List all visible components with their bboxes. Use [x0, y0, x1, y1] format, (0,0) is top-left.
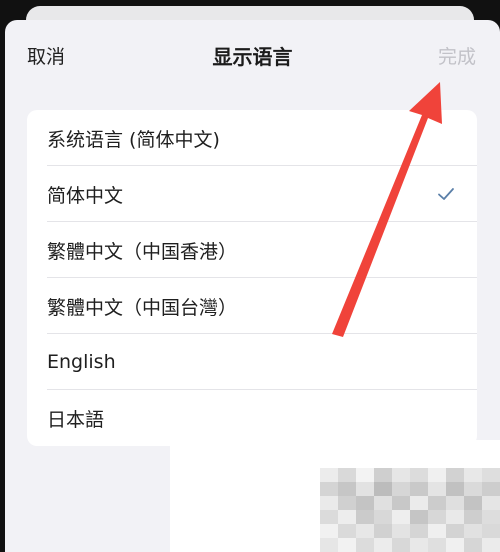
language-option-traditional-hk[interactable]: 繁體中文（中国香港）: [27, 222, 477, 278]
language-option-system[interactable]: 系统语言 (简体中文): [27, 110, 477, 166]
language-label: 系统语言 (简体中文): [47, 128, 220, 151]
navigation-bar: 取消 显示语言 完成: [5, 20, 500, 90]
language-label: 繁體中文（中国台灣）: [47, 296, 238, 319]
language-option-english[interactable]: English: [27, 334, 477, 390]
language-label: 简体中文: [47, 184, 124, 207]
pixelated-watermark: [320, 468, 500, 552]
checkmark-icon: [438, 188, 454, 200]
done-button[interactable]: 完成: [438, 42, 476, 69]
language-list: 系统语言 (简体中文) 简体中文 繁體中文（中国香港） 繁體中文（中国台灣） E…: [27, 110, 477, 446]
language-option-simplified-chinese[interactable]: 简体中文: [27, 166, 477, 222]
language-option-traditional-tw[interactable]: 繁體中文（中国台灣）: [27, 278, 477, 334]
page-title: 显示语言: [212, 45, 293, 69]
language-option-japanese[interactable]: 日本語: [27, 390, 477, 446]
language-label: English: [47, 351, 116, 373]
language-label: 繁體中文（中国香港）: [47, 240, 238, 263]
screen: 取消 显示语言 完成 系统语言 (简体中文) 简体中文 繁體中文（中国香港） 繁…: [0, 0, 500, 552]
language-label: 日本語: [47, 408, 105, 431]
